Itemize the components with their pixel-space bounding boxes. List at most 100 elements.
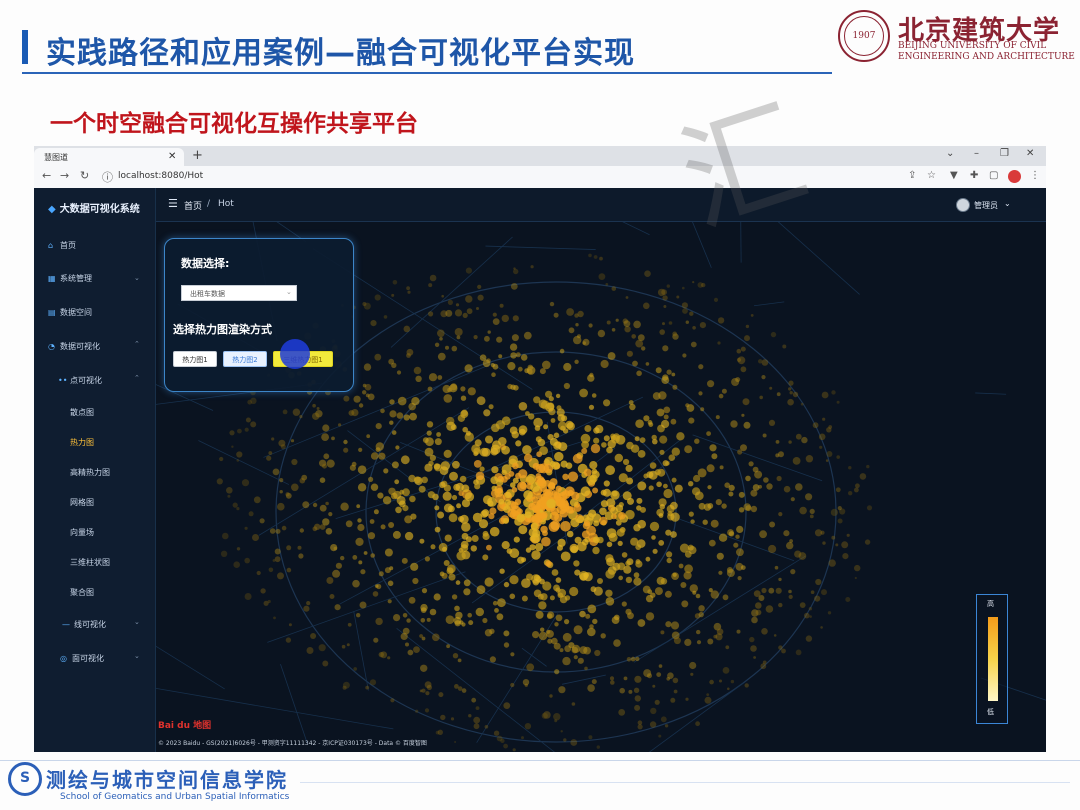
chevron-down-icon[interactable]: ⌄ bbox=[1004, 199, 1011, 208]
sidebar-item-visualization[interactable]: ◔ 数据可视化 bbox=[48, 341, 100, 352]
heat-point bbox=[451, 594, 458, 600]
sidebar-item-heatmap[interactable]: 热力图 bbox=[70, 437, 94, 448]
heat-point bbox=[609, 676, 615, 681]
heat-point bbox=[365, 685, 370, 690]
heatmap-canvas[interactable]: 数据选择: 出租车数据 ⌄ 选择热力图渲染方式 热力图1 热力图2 三维热力图1… bbox=[156, 222, 1046, 752]
maximize-icon[interactable]: ❐ bbox=[1000, 148, 1009, 159]
sidepanel-icon[interactable]: ▢ bbox=[989, 170, 998, 181]
sidebar-item-cluster[interactable]: 聚合图 bbox=[70, 587, 94, 598]
heatmap2-button[interactable]: 热力图2 bbox=[223, 351, 267, 367]
heat-point bbox=[572, 453, 583, 464]
sidebar-item-vector-field[interactable]: 向量场 bbox=[70, 527, 94, 538]
sidebar-item-3d-bar[interactable]: 三维柱状图 bbox=[70, 557, 110, 568]
heat-point bbox=[325, 501, 329, 506]
heat-point bbox=[586, 475, 597, 486]
heat-point bbox=[318, 644, 326, 652]
heat-point bbox=[659, 449, 665, 455]
heat-point bbox=[759, 530, 767, 539]
heat-point bbox=[443, 560, 450, 566]
sidebar-item-line-vis[interactable]: — 线可视化 bbox=[62, 619, 106, 630]
close-window-icon[interactable]: ✕ bbox=[1026, 148, 1034, 159]
heat-point bbox=[670, 501, 678, 510]
back-icon[interactable]: ← bbox=[42, 169, 51, 182]
heat-point bbox=[528, 413, 535, 420]
data-select-dropdown[interactable]: 出租车数据 ⌄ bbox=[181, 285, 297, 301]
footer-divider bbox=[0, 760, 1080, 761]
heat-point bbox=[738, 491, 745, 498]
breadcrumb-home[interactable]: 首页 bbox=[184, 199, 202, 212]
heat-point bbox=[662, 295, 668, 301]
hamburger-icon[interactable]: ☰ bbox=[168, 197, 178, 210]
heat-point bbox=[740, 346, 746, 352]
heat-point bbox=[555, 614, 563, 622]
heat-point bbox=[652, 548, 658, 554]
heat-point bbox=[306, 601, 311, 606]
sidebar-item-scatter[interactable]: 散点图 bbox=[70, 407, 94, 418]
user-name[interactable]: 管理员 bbox=[974, 200, 998, 211]
sidebar-item-hires-heatmap[interactable]: 高精热力图 bbox=[70, 467, 110, 478]
heat-point bbox=[465, 430, 471, 436]
minimize-icon[interactable]: – bbox=[974, 148, 979, 159]
heat-point bbox=[392, 530, 401, 539]
heat-point bbox=[501, 476, 508, 483]
heat-point bbox=[501, 416, 511, 426]
new-tab-icon[interactable]: + bbox=[192, 148, 203, 163]
heat-point bbox=[799, 506, 807, 515]
heat-point bbox=[570, 545, 578, 554]
heat-point bbox=[492, 312, 497, 317]
heat-point bbox=[605, 589, 613, 597]
heat-point bbox=[759, 395, 763, 400]
heat-point bbox=[597, 329, 606, 338]
heat-point bbox=[372, 591, 379, 597]
chevron-down-icon[interactable]: ⌄ bbox=[946, 148, 954, 159]
heat-point bbox=[579, 646, 588, 655]
heat-point bbox=[573, 625, 583, 635]
url-field[interactable]: localhost:8080/Hot bbox=[118, 171, 203, 181]
heat-point bbox=[535, 543, 544, 552]
sidebar-item-dataspace[interactable]: ▤ 数据空间 bbox=[48, 307, 92, 318]
heat-point bbox=[618, 512, 626, 520]
reload-icon[interactable]: ↻ bbox=[80, 169, 89, 182]
share-icon[interactable]: ⇪ bbox=[908, 170, 916, 181]
heat-point bbox=[866, 464, 870, 469]
heat-point bbox=[551, 461, 560, 470]
forward-icon[interactable]: → bbox=[60, 169, 69, 182]
heat-point bbox=[424, 681, 432, 689]
sidebar-item-system[interactable]: ▦ 系统管理 bbox=[48, 273, 92, 284]
avatar[interactable] bbox=[956, 198, 970, 212]
baidu-map-logo[interactable]: Bai du 地图 bbox=[158, 718, 211, 731]
heat-point bbox=[319, 477, 326, 483]
extension-v-icon[interactable]: ▼ bbox=[950, 170, 958, 181]
sidebar-item-home[interactable]: ⌂ 首页 bbox=[48, 240, 76, 251]
heatmap1-button[interactable]: 热力图1 bbox=[173, 351, 217, 367]
heat-point bbox=[461, 499, 471, 508]
heat-point bbox=[465, 295, 473, 303]
sidebar-item-polygon-vis[interactable]: ◎ 面可视化 bbox=[60, 653, 104, 664]
heat-point bbox=[356, 504, 361, 509]
heat-point bbox=[489, 526, 500, 537]
browser-tab[interactable]: 慧图道 ✕ bbox=[34, 148, 184, 166]
heat-point bbox=[664, 590, 672, 598]
heat-point bbox=[750, 645, 757, 652]
heat-point bbox=[778, 451, 784, 458]
heat-point bbox=[426, 421, 434, 428]
heat-point bbox=[482, 530, 489, 537]
heat-point bbox=[611, 434, 620, 444]
heat-point bbox=[532, 578, 540, 586]
heat-point bbox=[272, 468, 280, 476]
heat-point bbox=[450, 717, 455, 721]
extensions-puzzle-icon[interactable]: ✚ bbox=[970, 170, 978, 181]
profile-avatar[interactable] bbox=[1008, 170, 1021, 183]
heat-point bbox=[805, 455, 814, 463]
heat-point bbox=[788, 594, 793, 599]
sidebar-item-point-vis[interactable]: •• 点可视化 bbox=[58, 375, 102, 386]
slide: 实践路径和应用案例—融合可视化平台实现 1907 北京建筑大学 BEIJING … bbox=[0, 0, 1080, 810]
heat-point bbox=[663, 488, 673, 499]
heat-point bbox=[623, 320, 631, 327]
menu-dots-icon[interactable]: ⋮ bbox=[1030, 170, 1040, 181]
tab-close-icon[interactable]: ✕ bbox=[168, 151, 176, 162]
heat-point bbox=[244, 427, 249, 432]
bookmark-star-icon[interactable]: ☆ bbox=[927, 170, 936, 181]
sidebar-item-grid[interactable]: 网格图 bbox=[70, 497, 94, 508]
info-icon: ⓘ bbox=[102, 171, 113, 184]
